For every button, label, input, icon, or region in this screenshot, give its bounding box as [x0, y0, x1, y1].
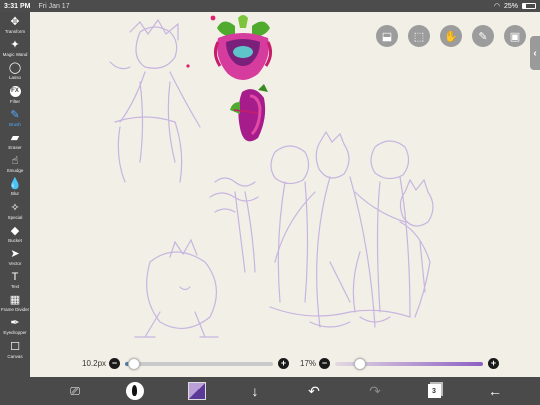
artwork [109, 15, 434, 338]
tool-eyedropper[interactable]: ✒ Eyedropper [0, 317, 30, 340]
opacity-minus-button[interactable]: − [319, 358, 331, 369]
tool-blur[interactable]: 💧 Blur [0, 178, 30, 201]
tool-label: Smudge [6, 168, 24, 174]
tool-label: Special [7, 214, 23, 220]
tool-filter[interactable]: FX Filter [0, 85, 30, 109]
eyedropper-icon: ✒ [10, 317, 20, 330]
transform-icon: ✥ [10, 16, 20, 28]
undo-icon: ↶ [308, 382, 320, 399]
tool-label: Eyedropper [3, 330, 27, 336]
brush-size-knob[interactable] [127, 357, 140, 370]
redo-button[interactable]: ↷ [366, 377, 384, 405]
brush-tip-icon [126, 382, 144, 400]
tool-brush[interactable]: ✎ Brush [0, 109, 30, 132]
opacity-value: 17% [300, 359, 317, 368]
lasso-icon: ◯ [8, 62, 22, 75]
text-icon: T [11, 271, 19, 284]
back-button[interactable]: ← [486, 377, 504, 405]
gallery-button[interactable]: ▣ [504, 25, 526, 47]
arrow-left-icon: ← [488, 383, 502, 399]
tool-label: Text [10, 284, 20, 290]
vector-icon: ➤ [10, 247, 20, 260]
layers-button[interactable]: 3 [425, 377, 443, 405]
bottom-toolbar: ⎚ ↓ ↶ ↷ 3 ← [0, 377, 540, 405]
color-swatch-button[interactable] [186, 377, 208, 405]
tool-special[interactable]: ✧ Special [0, 202, 30, 225]
status-right: ◠ 25% [494, 2, 536, 10]
tool-bucket[interactable]: ◆ Bucket [0, 225, 30, 248]
tool-magic-wand[interactable]: ✦ Magic Wand [0, 39, 30, 62]
filter-icon: FX [9, 85, 21, 99]
hand-icon: ✋ [444, 30, 458, 43]
tool-label: Brush [9, 121, 21, 127]
bucket-icon: ◆ [10, 224, 20, 237]
battery-percent: 25% [503, 2, 518, 10]
tool-transform[interactable]: ✥ Transform [0, 16, 30, 39]
special-icon: ✧ [10, 201, 20, 214]
brush-size-plus-button[interactable]: + [278, 358, 290, 369]
tool-label: Canvas [7, 353, 23, 359]
status-bar: 3:31 PM Fri Jan 17 ◠ 25% [0, 0, 540, 12]
tool-text[interactable]: T Text [0, 271, 30, 294]
tool-label: Eraser [8, 144, 22, 150]
drawing-canvas[interactable]: ⬓ ⬚ ✋ ✎ ▣ ‹ [30, 12, 540, 377]
tool-label: Blur [10, 191, 19, 197]
tool-label: Vector [8, 260, 22, 266]
arrow-down-icon: ↓ [251, 383, 259, 399]
opacity-track[interactable] [335, 357, 484, 370]
magic-wand-icon: ✦ [10, 39, 20, 52]
brush-settings-icon: ⎚ [70, 383, 80, 398]
brush-size-value: 10.2px [82, 359, 107, 368]
opacity-knob[interactable] [354, 357, 367, 370]
tool-canvas[interactable]: ☐ Canvas [0, 341, 30, 364]
brush-size-slider: 10.2px − + [82, 357, 290, 370]
layers-toggle-button[interactable]: ⬓ [376, 25, 398, 47]
toggle-icon: ⬓ [381, 30, 393, 43]
side-panel-tab[interactable]: ‹ [530, 36, 540, 70]
tool-label: Magic Wand [2, 52, 28, 58]
top-right-buttons: ⬓ ⬚ ✋ ✎ ▣ [376, 25, 526, 47]
selection-button[interactable]: ⬚ [408, 25, 430, 47]
eraser-icon: ▰ [10, 131, 20, 144]
tool-lasso[interactable]: ◯ Lasso [0, 62, 30, 85]
chevron-left-icon: ‹ [533, 47, 537, 59]
tool-vector[interactable]: ➤ Vector [0, 248, 30, 271]
brush-size-track[interactable] [125, 357, 274, 370]
wifi-icon: ◠ [493, 3, 500, 10]
opacity-slider: 17% − + [300, 357, 500, 370]
brush-icon: ✎ [10, 108, 20, 121]
canvas-icon: ☐ [10, 340, 20, 353]
battery-icon [522, 3, 536, 9]
pencil-icon: ✎ [478, 30, 488, 43]
tool-label: Transform [4, 29, 26, 34]
smudge-icon: ☝ [11, 155, 19, 168]
brush-size-minus-button[interactable]: − [109, 358, 121, 369]
tool-label: Bucket [8, 237, 22, 243]
tool-eraser[interactable]: ▰ Eraser [0, 132, 30, 155]
tool-label: Filter [10, 98, 20, 104]
image-icon: ▣ [509, 30, 521, 43]
color-swatch [188, 382, 206, 400]
opacity-plus-button[interactable]: + [488, 358, 500, 369]
tool-smudge[interactable]: ☝ Smudge [0, 155, 30, 178]
download-button[interactable]: ↓ [246, 377, 264, 405]
pencil-button[interactable]: ✎ [472, 25, 494, 47]
brush-settings-button[interactable]: ⎚ [66, 377, 84, 405]
layers-icon: 3 [427, 384, 441, 398]
tool-label: Frame Divider [0, 307, 30, 313]
brush-picker-button[interactable] [124, 377, 146, 405]
undo-button[interactable]: ↶ [305, 377, 323, 405]
hand-button[interactable]: ✋ [440, 25, 462, 47]
status-time: 3:31 PM [4, 2, 31, 10]
tool-label: Lasso [8, 75, 21, 81]
tool-sidebar: ✥ Transform ✦ Magic Wand ◯ Lasso FX Filter ✎ Brus… [0, 12, 30, 377]
tool-frame-divider[interactable]: ▦ Frame Divider [0, 294, 30, 317]
fx-badge: FX [9, 85, 21, 97]
selection-icon: ⬚ [413, 30, 425, 43]
status-date: Fri Jan 17 [38, 2, 70, 10]
blur-icon: 💧 [8, 178, 22, 191]
frame-divider-icon: ▦ [9, 294, 21, 307]
redo-icon: ↷ [369, 382, 381, 399]
